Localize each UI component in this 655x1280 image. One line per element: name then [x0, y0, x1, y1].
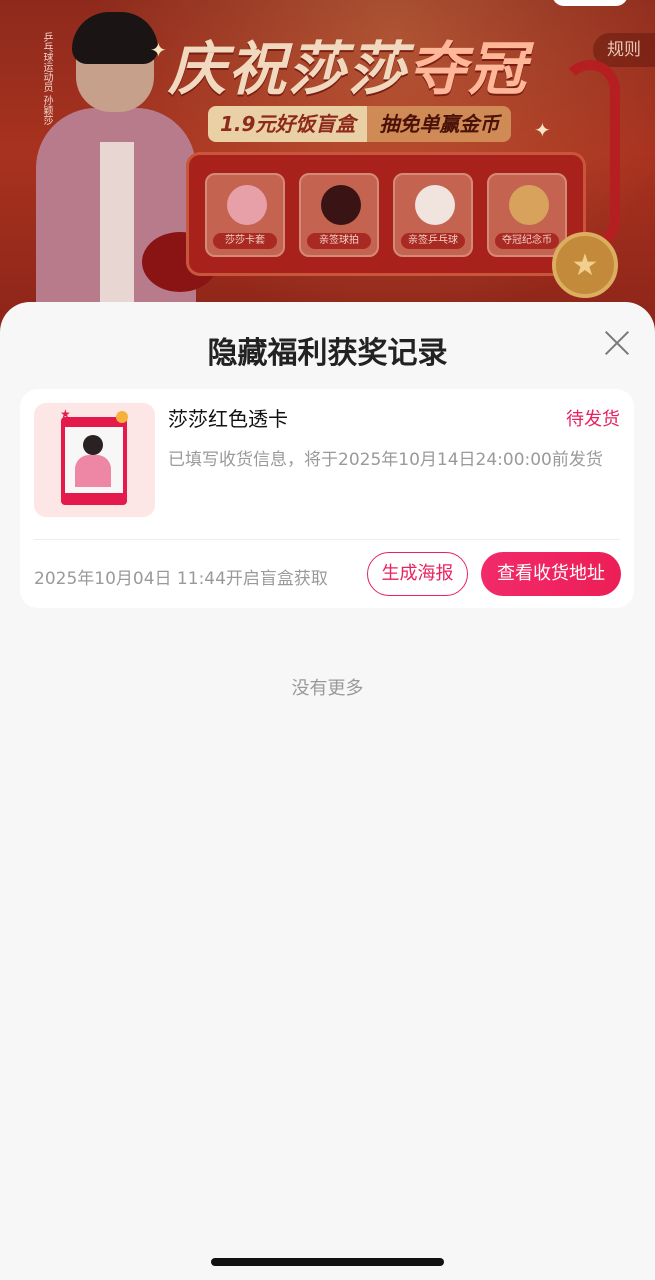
sparkle-icon: ✦	[534, 118, 551, 142]
no-more-hint: 没有更多	[291, 678, 364, 699]
ball-icon	[415, 185, 455, 225]
item-thumbnail: ★	[34, 403, 155, 517]
card-photo	[61, 417, 127, 505]
athlete-shirt	[100, 142, 134, 312]
prize-label: 莎莎卡套	[213, 233, 277, 249]
card-logo-icon: ★	[60, 407, 71, 421]
prize-item: 亲签乒乓球	[393, 173, 473, 257]
card-photo-inner	[65, 427, 123, 493]
divider	[34, 539, 620, 540]
sparkle-icon: ✦	[150, 38, 167, 62]
prize-item: 莎莎卡套	[205, 173, 285, 257]
view-address-button[interactable]: 查看收货地址	[481, 552, 621, 596]
prize-label: 亲签乒乓球	[401, 233, 465, 249]
prize-label: 亲签球拍	[307, 233, 371, 249]
bulb-icon	[116, 411, 128, 423]
prize-item: 夺冠纪念币	[487, 173, 567, 257]
figure-body	[75, 455, 111, 487]
promo-banner: 乒乓球运动员 孙颖莎 庆祝莎莎夺冠 ✦ ✦ 规则 1.9元好饭盲盒 抽免单赢金币…	[0, 0, 655, 340]
sheet-title: 隐藏福利获奖记录	[207, 336, 448, 371]
prize-item: 亲签球拍	[299, 173, 379, 257]
item-name: 莎莎红色透卡	[168, 407, 288, 431]
item-description: 已填写收货信息，将于2025年10月14日24:00:00前发货	[168, 450, 603, 470]
banner-title: 庆祝莎莎夺冠	[168, 22, 528, 106]
opened-time: 2025年10月04日 11:44开启盲盒获取	[34, 569, 328, 589]
card-case-icon	[227, 185, 267, 225]
record-card: ★ 莎莎红色透卡 待发货 已填写收货信息，将于2025年10月14日24:00:…	[20, 389, 634, 608]
paddle-icon	[321, 185, 361, 225]
athlete-hair	[72, 12, 158, 64]
promo-right: 抽免单赢金币	[367, 106, 512, 142]
home-indicator[interactable]	[211, 1258, 444, 1266]
generate-poster-button[interactable]: 生成海报	[367, 552, 468, 596]
promo-tag: 1.9元好饭盲盒 抽免单赢金币	[208, 106, 512, 142]
prize-tray: 莎莎卡套 亲签球拍 亲签乒乓球 夺冠纪念币	[186, 152, 586, 276]
figure-head	[83, 435, 103, 455]
signature-text: 乒乓球运动员 孙颖莎	[41, 32, 52, 126]
close-icon[interactable]	[604, 330, 630, 356]
top-pill	[552, 0, 628, 6]
prize-label: 夺冠纪念币	[495, 233, 559, 249]
banner-title-part1: 庆祝莎莎	[168, 35, 409, 103]
status-badge: 待发货	[566, 409, 620, 430]
star-icon: ★	[571, 248, 599, 283]
banner-title-part2: 夺冠	[408, 35, 529, 103]
promo-left: 1.9元好饭盲盒	[208, 106, 368, 142]
coin-icon	[509, 185, 549, 225]
medal-icon: ★	[552, 232, 618, 298]
